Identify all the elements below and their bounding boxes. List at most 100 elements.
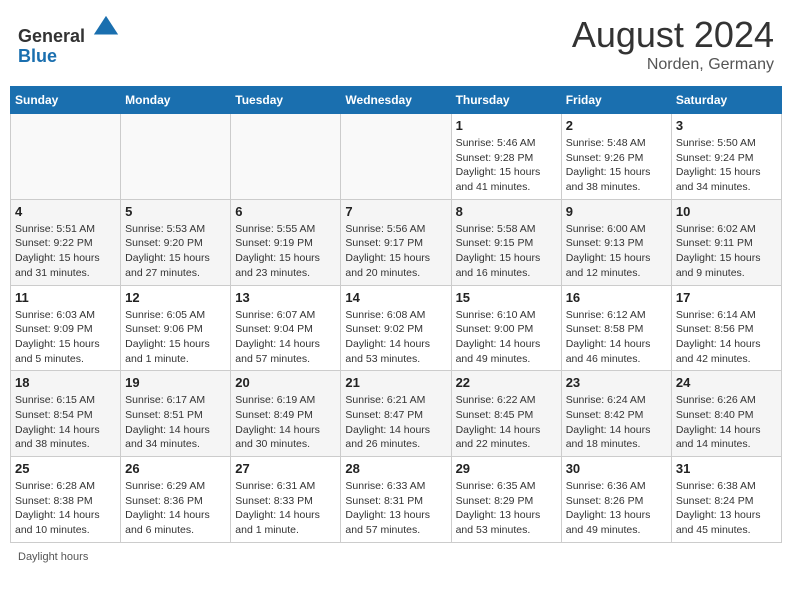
column-header-thursday: Thursday <box>451 87 561 114</box>
day-cell: 3 Sunrise: 5:50 AMSunset: 9:24 PMDaylight… <box>671 114 781 200</box>
day-cell: 7 Sunrise: 5:56 AMSunset: 9:17 PMDaylight… <box>341 199 451 285</box>
day-number: 25 <box>15 461 116 476</box>
footer-note: Daylight hours <box>10 551 782 563</box>
day-number: 12 <box>125 290 226 305</box>
day-cell: 26 Sunrise: 6:29 AMSunset: 8:36 PMDayligh… <box>121 457 231 543</box>
column-header-sunday: Sunday <box>11 87 121 114</box>
day-cell: 6Sunrise: 5:55 AMSunset: 9:19 PMDaylight… <box>231 199 341 285</box>
day-number: 29 <box>456 461 557 476</box>
day-number: 3 <box>676 118 777 133</box>
day-number: 17 <box>676 290 777 305</box>
day-number: 14 <box>345 290 446 305</box>
week-row-3: 11Sunrise: 6:03 AMSunset: 9:09 PMDayligh… <box>11 285 782 371</box>
day-cell: 29 Sunrise: 6:35 AMSunset: 8:29 PMDayligh… <box>451 457 561 543</box>
day-info: Sunrise: 6:35 AMSunset: 8:29 PMDaylight:… <box>456 479 557 538</box>
day-cell: 9 Sunrise: 6:00 AMSunset: 9:13 PMDaylight… <box>561 199 671 285</box>
day-number: 5 <box>125 204 226 219</box>
day-number: 9 <box>566 204 667 219</box>
day-cell <box>11 114 121 200</box>
day-info: Sunrise: 6:26 AMSunset: 8:40 PMDaylight:… <box>676 393 777 452</box>
day-number: 7 <box>345 204 446 219</box>
day-cell: 22 Sunrise: 6:22 AMSunset: 8:45 PMDayligh… <box>451 371 561 457</box>
column-header-wednesday: Wednesday <box>341 87 451 114</box>
day-number: 15 <box>456 290 557 305</box>
day-number: 26 <box>125 461 226 476</box>
day-info: Sunrise: 6:19 AMSunset: 8:49 PMDaylight:… <box>235 393 336 452</box>
day-cell <box>341 114 451 200</box>
day-number: 10 <box>676 204 777 219</box>
logo-blue: Blue <box>18 46 57 66</box>
day-number: 8 <box>456 204 557 219</box>
day-number: 4 <box>15 204 116 219</box>
day-number: 18 <box>15 375 116 390</box>
day-info: Sunrise: 5:58 AMSunset: 9:15 PMDaylight:… <box>456 222 557 281</box>
title-block: August 2024 Norden, Germany <box>572 14 774 74</box>
day-number: 31 <box>676 461 777 476</box>
day-info: Sunrise: 6:38 AMSunset: 8:24 PMDaylight:… <box>676 479 777 538</box>
day-number: 20 <box>235 375 336 390</box>
week-row-1: 1 Sunrise: 5:46 AMSunset: 9:28 PMDaylight… <box>11 114 782 200</box>
day-info: Sunrise: 6:22 AMSunset: 8:45 PMDaylight:… <box>456 393 557 452</box>
day-cell: 4 Sunrise: 5:51 AMSunset: 9:22 PMDaylight… <box>11 199 121 285</box>
day-info: Sunrise: 6:24 AMSunset: 8:42 PMDaylight:… <box>566 393 667 452</box>
day-number: 2 <box>566 118 667 133</box>
column-header-saturday: Saturday <box>671 87 781 114</box>
day-number: 23 <box>566 375 667 390</box>
day-cell: 20 Sunrise: 6:19 AMSunset: 8:49 PMDayligh… <box>231 371 341 457</box>
day-cell: 28 Sunrise: 6:33 AMSunset: 8:31 PMDayligh… <box>341 457 451 543</box>
week-row-5: 25 Sunrise: 6:28 AMSunset: 8:38 PMDayligh… <box>11 457 782 543</box>
day-number: 19 <box>125 375 226 390</box>
day-number: 28 <box>345 461 446 476</box>
day-cell: 25 Sunrise: 6:28 AMSunset: 8:38 PMDayligh… <box>11 457 121 543</box>
day-cell: 15 Sunrise: 6:10 AMSunset: 9:00 PMDayligh… <box>451 285 561 371</box>
day-info: Sunrise: 6:07 AMSunset: 9:04 PMDaylight:… <box>235 308 336 367</box>
logo: General Blue <box>18 14 120 67</box>
day-info: Sunrise: 6:28 AMSunset: 8:38 PMDaylight:… <box>15 479 116 538</box>
day-cell: 8 Sunrise: 5:58 AMSunset: 9:15 PMDaylight… <box>451 199 561 285</box>
month-title: August 2024 <box>572 14 774 56</box>
day-info: Sunrise: 5:55 AMSunset: 9:19 PMDaylight:… <box>235 222 336 281</box>
day-cell: 21 Sunrise: 6:21 AMSunset: 8:47 PMDayligh… <box>341 371 451 457</box>
day-number: 30 <box>566 461 667 476</box>
day-number: 1 <box>456 118 557 133</box>
column-header-monday: Monday <box>121 87 231 114</box>
day-info: Sunrise: 6:21 AMSunset: 8:47 PMDaylight:… <box>345 393 446 452</box>
day-info: Sunrise: 6:14 AMSunset: 8:56 PMDaylight:… <box>676 308 777 367</box>
day-info: Sunrise: 5:46 AMSunset: 9:28 PMDaylight:… <box>456 136 557 195</box>
day-info: Sunrise: 6:29 AMSunset: 8:36 PMDaylight:… <box>125 479 226 538</box>
day-cell: 30 Sunrise: 6:36 AMSunset: 8:26 PMDayligh… <box>561 457 671 543</box>
logo-icon <box>92 14 120 42</box>
day-info: Sunrise: 6:36 AMSunset: 8:26 PMDaylight:… <box>566 479 667 538</box>
day-cell: 1 Sunrise: 5:46 AMSunset: 9:28 PMDaylight… <box>451 114 561 200</box>
day-cell: 23 Sunrise: 6:24 AMSunset: 8:42 PMDayligh… <box>561 371 671 457</box>
page-header: General Blue August 2024 Norden, Germany <box>10 10 782 78</box>
day-number: 11 <box>15 290 116 305</box>
week-row-4: 18Sunrise: 6:15 AMSunset: 8:54 PMDayligh… <box>11 371 782 457</box>
day-info: Sunrise: 5:50 AMSunset: 9:24 PMDaylight:… <box>676 136 777 195</box>
day-number: 21 <box>345 375 446 390</box>
day-cell: 13Sunrise: 6:07 AMSunset: 9:04 PMDayligh… <box>231 285 341 371</box>
day-info: Sunrise: 6:05 AMSunset: 9:06 PMDaylight:… <box>125 308 226 367</box>
day-info: Sunrise: 6:12 AMSunset: 8:58 PMDaylight:… <box>566 308 667 367</box>
day-number: 22 <box>456 375 557 390</box>
day-cell <box>231 114 341 200</box>
day-cell: 10 Sunrise: 6:02 AMSunset: 9:11 PMDayligh… <box>671 199 781 285</box>
column-header-tuesday: Tuesday <box>231 87 341 114</box>
day-info: Sunrise: 6:33 AMSunset: 8:31 PMDaylight:… <box>345 479 446 538</box>
day-cell: 2Sunrise: 5:48 AMSunset: 9:26 PMDaylight… <box>561 114 671 200</box>
day-cell: 16 Sunrise: 6:12 AMSunset: 8:58 PMDayligh… <box>561 285 671 371</box>
header-row: SundayMondayTuesdayWednesdayThursdayFrid… <box>11 87 782 114</box>
day-cell: 14 Sunrise: 6:08 AMSunset: 9:02 PMDayligh… <box>341 285 451 371</box>
day-cell: 11Sunrise: 6:03 AMSunset: 9:09 PMDayligh… <box>11 285 121 371</box>
day-number: 24 <box>676 375 777 390</box>
day-cell: 19Sunrise: 6:17 AMSunset: 8:51 PMDayligh… <box>121 371 231 457</box>
day-cell: 18Sunrise: 6:15 AMSunset: 8:54 PMDayligh… <box>11 371 121 457</box>
day-info: Sunrise: 6:02 AMSunset: 9:11 PMDaylight:… <box>676 222 777 281</box>
day-info: Sunrise: 5:56 AMSunset: 9:17 PMDaylight:… <box>345 222 446 281</box>
column-header-friday: Friday <box>561 87 671 114</box>
day-info: Sunrise: 5:51 AMSunset: 9:22 PMDaylight:… <box>15 222 116 281</box>
day-info: Sunrise: 6:00 AMSunset: 9:13 PMDaylight:… <box>566 222 667 281</box>
day-info: Sunrise: 6:08 AMSunset: 9:02 PMDaylight:… <box>345 308 446 367</box>
day-info: Sunrise: 6:10 AMSunset: 9:00 PMDaylight:… <box>456 308 557 367</box>
day-number: 16 <box>566 290 667 305</box>
